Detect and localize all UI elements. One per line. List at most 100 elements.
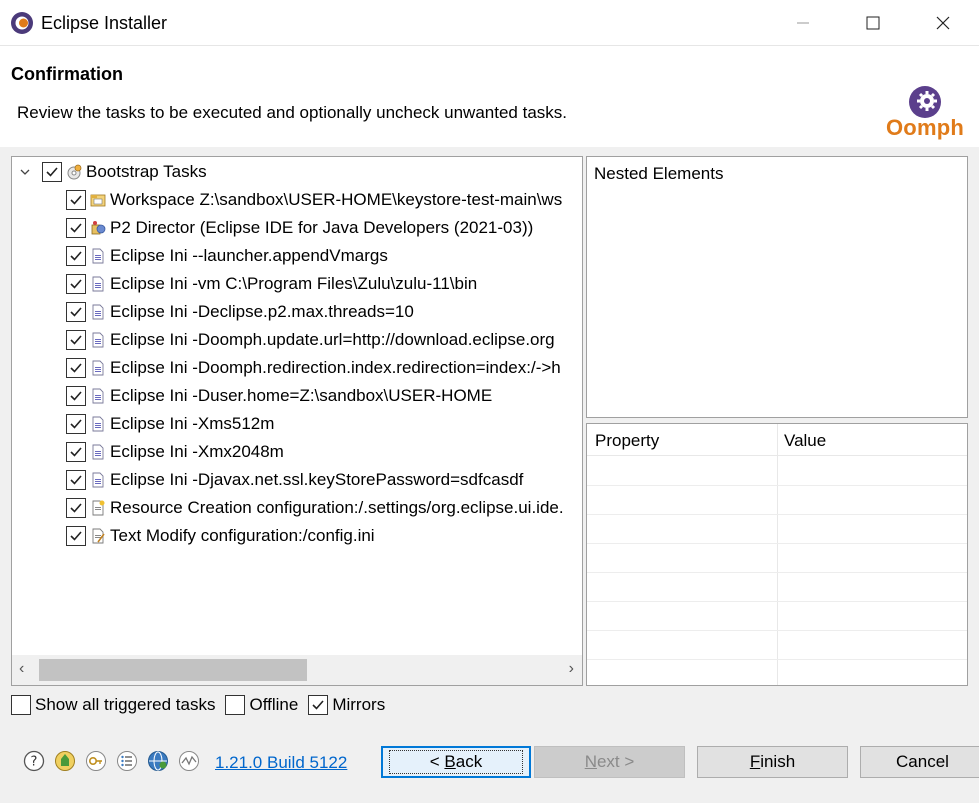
tree-item-label: Resource Creation configuration:/.settin…	[110, 498, 564, 517]
oomph-gear-icon	[909, 86, 941, 118]
mirrors-checkbox[interactable]	[308, 695, 329, 715]
cancel-button[interactable]: Cancel	[860, 746, 979, 778]
version-link[interactable]: 1.21.0 Build 5122	[215, 753, 347, 773]
ini-file-icon	[92, 276, 104, 292]
show-all-triggered-checkbox[interactable]	[11, 695, 31, 715]
minimize-icon	[797, 22, 809, 24]
offline-label: Offline	[249, 695, 299, 714]
mirrors-label: Mirrors	[332, 695, 386, 714]
progress-icon[interactable]	[178, 750, 200, 772]
window-title: Eclipse Installer	[41, 13, 168, 33]
task-checkbox[interactable]	[66, 498, 86, 518]
help-icon[interactable]: ?	[23, 750, 45, 772]
task-checkbox[interactable]	[66, 274, 86, 294]
show-all-triggered-option[interactable]: Show all triggered tasks	[11, 695, 215, 715]
horizontal-scrollbar[interactable]: ‹ ›	[12, 655, 582, 685]
tree-item[interactable]: P2 Director (Eclipse IDE for Java Develo…	[66, 214, 533, 242]
page-title: Confirmation	[11, 64, 123, 84]
tree-item[interactable]: Workspace Z:\sandbox\USER-HOME\keystore-…	[66, 186, 562, 214]
tree-item-label: Eclipse Ini -Xmx2048m	[110, 442, 284, 461]
root-checkbox[interactable]	[42, 162, 62, 182]
task-checkbox[interactable]	[66, 218, 86, 238]
tree-item-label: Eclipse Ini -Duser.home=Z:\sandbox\USER-…	[110, 386, 493, 405]
tree-item[interactable]: Eclipse Ini -vm C:\Program Files\Zulu\zu…	[66, 270, 477, 298]
tree-item-label: P2 Director (Eclipse IDE for Java Develo…	[110, 218, 534, 237]
task-checkbox[interactable]	[66, 470, 86, 490]
table-row	[587, 659, 967, 660]
finish-button[interactable]: Finish	[697, 746, 848, 778]
column-divider	[777, 424, 778, 685]
back-button-mnemonic: B	[444, 752, 456, 771]
tree-item-label: Eclipse Ini -Doomph.update.url=http://do…	[110, 330, 555, 349]
back-button-prefix: <	[429, 752, 445, 771]
task-tree[interactable]: Bootstrap Tasks Workspace Z:\sandbox\USE…	[11, 156, 583, 686]
p2-director-icon	[91, 221, 106, 235]
scrollbar-thumb[interactable]	[39, 659, 307, 681]
oomph-logo-text: Oomph	[886, 115, 964, 140]
task-checkbox[interactable]	[66, 330, 86, 350]
tree-item[interactable]: Eclipse Ini --launcher.appendVmargs	[66, 242, 388, 270]
maximize-button[interactable]	[850, 0, 896, 46]
scroll-right-icon[interactable]: ›	[569, 660, 574, 678]
svg-text:?: ?	[31, 755, 38, 770]
task-checkbox[interactable]	[66, 442, 86, 462]
task-checkbox[interactable]	[66, 414, 86, 434]
back-button-label: ack	[455, 752, 483, 771]
tree-item[interactable]: Eclipse Ini -Duser.home=Z:\sandbox\USER-…	[66, 382, 492, 410]
properties-table[interactable]: Property Value	[586, 423, 968, 686]
network-proxy-icon[interactable]	[147, 750, 169, 772]
back-button[interactable]: < Back	[381, 746, 531, 778]
update-icon[interactable]	[54, 750, 76, 772]
chevron-down-icon[interactable]	[18, 158, 32, 186]
scroll-left-icon[interactable]: ‹	[19, 660, 24, 678]
close-icon	[936, 16, 950, 30]
maximize-icon	[866, 16, 880, 30]
task-checkbox[interactable]	[66, 190, 86, 210]
offline-option[interactable]: Offline	[225, 695, 298, 715]
ini-file-icon	[92, 416, 104, 432]
nested-elements-label: Nested Elements	[594, 164, 724, 183]
tree-item-label: Eclipse Ini -Declipse.p2.max.threads=10	[110, 302, 414, 321]
list-icon[interactable]	[116, 750, 138, 772]
tree-item[interactable]: Eclipse Ini -Xmx2048m	[66, 438, 284, 466]
finish-button-label: inish	[760, 752, 796, 771]
tree-item[interactable]: Text Modify configuration:/config.ini	[66, 522, 375, 550]
task-checkbox[interactable]	[66, 358, 86, 378]
tree-item-label: Text Modify configuration:/config.ini	[110, 526, 375, 545]
ini-file-icon	[92, 332, 104, 348]
tree-item-label: Eclipse Ini -vm C:\Program Files\Zulu\zu…	[110, 274, 478, 293]
footer-toolbar: ?	[23, 750, 209, 772]
tree-root-label: Bootstrap Tasks	[86, 162, 207, 181]
text-modify-icon	[92, 528, 105, 544]
tree-item[interactable]: Eclipse Ini -Xms512m	[66, 410, 274, 438]
title-bar: Eclipse Installer	[0, 0, 979, 46]
task-checkbox[interactable]	[66, 302, 86, 322]
tree-item-label: Eclipse Ini --launcher.appendVmargs	[110, 246, 388, 265]
tree-item[interactable]: Eclipse Ini -Doomph.redirection.index.re…	[66, 354, 561, 382]
tree-item-label: Workspace Z:\sandbox\USER-HOME\keystore-…	[110, 190, 563, 209]
tree-item[interactable]: Eclipse Ini -Declipse.p2.max.threads=10	[66, 298, 414, 326]
task-checkbox[interactable]	[66, 386, 86, 406]
tree-root[interactable]: Bootstrap Tasks	[12, 158, 207, 186]
task-checkbox[interactable]	[66, 246, 86, 266]
ini-file-icon	[92, 472, 104, 488]
bootstrap-icon	[67, 164, 82, 180]
show-all-triggered-label: Show all triggered tasks	[35, 695, 216, 714]
table-row	[587, 601, 967, 602]
ini-file-icon	[92, 444, 104, 460]
tree-item[interactable]: Eclipse Ini -Doomph.update.url=http://do…	[66, 326, 555, 354]
tree-item[interactable]: Eclipse Ini -Djavax.net.ssl.keyStorePass…	[66, 466, 523, 494]
mirrors-option[interactable]: Mirrors	[308, 695, 385, 715]
close-button[interactable]	[920, 0, 966, 46]
tree-item[interactable]: Resource Creation configuration:/.settin…	[66, 494, 564, 522]
ssh-key-icon[interactable]	[85, 750, 107, 772]
property-column-header[interactable]: Property	[595, 431, 659, 451]
task-checkbox[interactable]	[66, 526, 86, 546]
page-header: Confirmation Review the tasks to be exec…	[0, 47, 979, 147]
table-row	[587, 543, 967, 544]
value-column-header[interactable]: Value	[784, 431, 826, 451]
minimize-button[interactable]	[780, 0, 826, 46]
table-row	[587, 630, 967, 631]
next-button-mnemonic: N	[584, 752, 597, 771]
offline-checkbox[interactable]	[225, 695, 246, 715]
